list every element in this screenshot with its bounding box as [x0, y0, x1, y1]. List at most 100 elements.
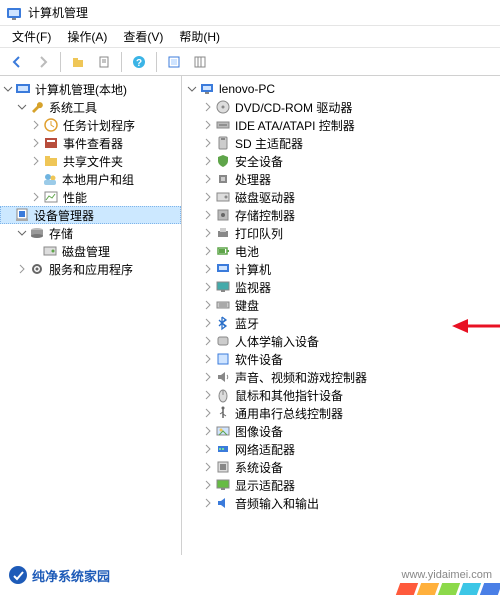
device-category[interactable]: 显示适配器	[182, 476, 500, 494]
device-category[interactable]: 音频输入和输出	[182, 494, 500, 512]
tree-devmgr[interactable]: 设备管理器	[0, 206, 181, 224]
expand-icon[interactable]	[202, 461, 214, 473]
expand-icon[interactable]	[202, 209, 214, 221]
device-label: 磁盘驱动器	[235, 189, 295, 206]
expand-icon[interactable]	[202, 425, 214, 437]
sound-icon	[215, 369, 231, 385]
expand-icon[interactable]	[202, 137, 214, 149]
up-button[interactable]	[67, 51, 89, 73]
device-category[interactable]: 图像设备	[182, 422, 500, 440]
help-button[interactable]: ?	[128, 51, 150, 73]
device-category[interactable]: 磁盘驱动器	[182, 188, 500, 206]
device-category[interactable]: 通用串行总线控制器	[182, 404, 500, 422]
perf-icon	[43, 189, 59, 205]
device-category[interactable]: 系统设备	[182, 458, 500, 476]
device-category[interactable]: 监视器	[182, 278, 500, 296]
expand-icon[interactable]	[202, 119, 214, 131]
device-category[interactable]: 处理器	[182, 170, 500, 188]
menu-view[interactable]: 查看(V)	[115, 26, 171, 47]
device-category[interactable]: 键盘	[182, 296, 500, 314]
tree-label: 设备管理器	[34, 207, 94, 224]
expand-icon[interactable]	[202, 479, 214, 491]
devmgr-icon	[14, 207, 30, 223]
optical-icon	[215, 99, 231, 115]
menu-action[interactable]: 操作(A)	[59, 26, 115, 47]
tree-label: 本地用户和组	[62, 171, 134, 188]
expand-icon[interactable]	[202, 353, 214, 365]
expand-icon[interactable]	[30, 191, 42, 203]
device-category[interactable]: 鼠标和其他指针设备	[182, 386, 500, 404]
device-host[interactable]: lenovo-PC	[182, 80, 500, 98]
left-tree-pane[interactable]: 计算机管理(本地) 系统工具 任务计划程序 事件查看器 共享文件夹 本地用户和组	[0, 76, 182, 555]
device-label: 系统设备	[235, 459, 283, 476]
expand-icon[interactable]	[16, 263, 28, 275]
tree-perf[interactable]: 性能	[0, 188, 181, 206]
collapse-icon[interactable]	[16, 227, 28, 239]
expand-icon[interactable]	[202, 497, 214, 509]
tree-storage-group[interactable]: 存储	[0, 224, 181, 242]
toolbar-separator	[156, 52, 157, 72]
collapse-icon[interactable]	[186, 83, 198, 95]
device-label: 网络适配器	[235, 441, 295, 458]
device-tree-pane[interactable]: lenovo-PC DVD/CD-ROM 驱动器IDE ATA/ATAPI 控制…	[182, 76, 500, 555]
expand-icon[interactable]	[202, 263, 214, 275]
device-category[interactable]: 计算机	[182, 260, 500, 278]
tree-root[interactable]: 计算机管理(本地)	[0, 80, 181, 98]
expand-icon[interactable]	[202, 443, 214, 455]
expand-icon[interactable]	[30, 137, 42, 149]
props-button[interactable]	[93, 51, 115, 73]
tree-eventviewer[interactable]: 事件查看器	[0, 134, 181, 152]
device-category[interactable]: 网络适配器	[182, 440, 500, 458]
expand-icon[interactable]	[202, 335, 214, 347]
tree-systools[interactable]: 系统工具	[0, 98, 181, 116]
expand-icon[interactable]	[30, 119, 42, 131]
svg-text:?: ?	[136, 58, 142, 69]
device-category[interactable]: 打印队列	[182, 224, 500, 242]
device-category[interactable]: 电池	[182, 242, 500, 260]
device-category[interactable]: 软件设备	[182, 350, 500, 368]
device-label: 通用串行总线控制器	[235, 405, 343, 422]
expand-icon[interactable]	[202, 227, 214, 239]
device-category[interactable]: IDE ATA/ATAPI 控制器	[182, 116, 500, 134]
sd-icon	[215, 135, 231, 151]
device-category[interactable]: DVD/CD-ROM 驱动器	[182, 98, 500, 116]
menu-help[interactable]: 帮助(H)	[171, 26, 228, 47]
refresh-button[interactable]	[163, 51, 185, 73]
expand-icon[interactable]	[202, 389, 214, 401]
expand-icon[interactable]	[202, 191, 214, 203]
device-category[interactable]: 安全设备	[182, 152, 500, 170]
expand-icon[interactable]	[202, 299, 214, 311]
menu-file[interactable]: 文件(F)	[4, 26, 59, 47]
forward-button[interactable]	[32, 51, 54, 73]
device-category[interactable]: SD 主适配器	[182, 134, 500, 152]
tree-label: 服务和应用程序	[49, 261, 133, 278]
tree-services[interactable]: 服务和应用程序	[0, 260, 181, 278]
device-label: 键盘	[235, 297, 259, 314]
collapse-icon[interactable]	[2, 83, 14, 95]
tree-localusers[interactable]: 本地用户和组	[0, 170, 181, 188]
expand-icon[interactable]	[202, 155, 214, 167]
expand-icon[interactable]	[30, 155, 42, 167]
expand-icon[interactable]	[202, 371, 214, 383]
device-category[interactable]: 声音、视频和游戏控制器	[182, 368, 500, 386]
tree-tasksched[interactable]: 任务计划程序	[0, 116, 181, 134]
device-category[interactable]: 人体学输入设备	[182, 332, 500, 350]
device-label: IDE ATA/ATAPI 控制器	[235, 117, 355, 134]
display-icon	[215, 477, 231, 493]
tree-diskmgmt[interactable]: 磁盘管理	[0, 242, 181, 260]
expand-icon[interactable]	[202, 317, 214, 329]
collapse-icon[interactable]	[16, 101, 28, 113]
expand-icon[interactable]	[202, 245, 214, 257]
expand-icon[interactable]	[202, 407, 214, 419]
expand-icon[interactable]	[202, 281, 214, 293]
tree-label: 存储	[49, 225, 73, 242]
usb-icon	[215, 405, 231, 421]
back-button[interactable]	[6, 51, 28, 73]
device-category[interactable]: 存储控制器	[182, 206, 500, 224]
expand-icon[interactable]	[202, 173, 214, 185]
expand-icon[interactable]	[202, 101, 214, 113]
cols-button[interactable]	[189, 51, 211, 73]
device-label: 人体学输入设备	[235, 333, 319, 350]
tree-sharedfolders[interactable]: 共享文件夹	[0, 152, 181, 170]
device-category[interactable]: 蓝牙	[182, 314, 500, 332]
